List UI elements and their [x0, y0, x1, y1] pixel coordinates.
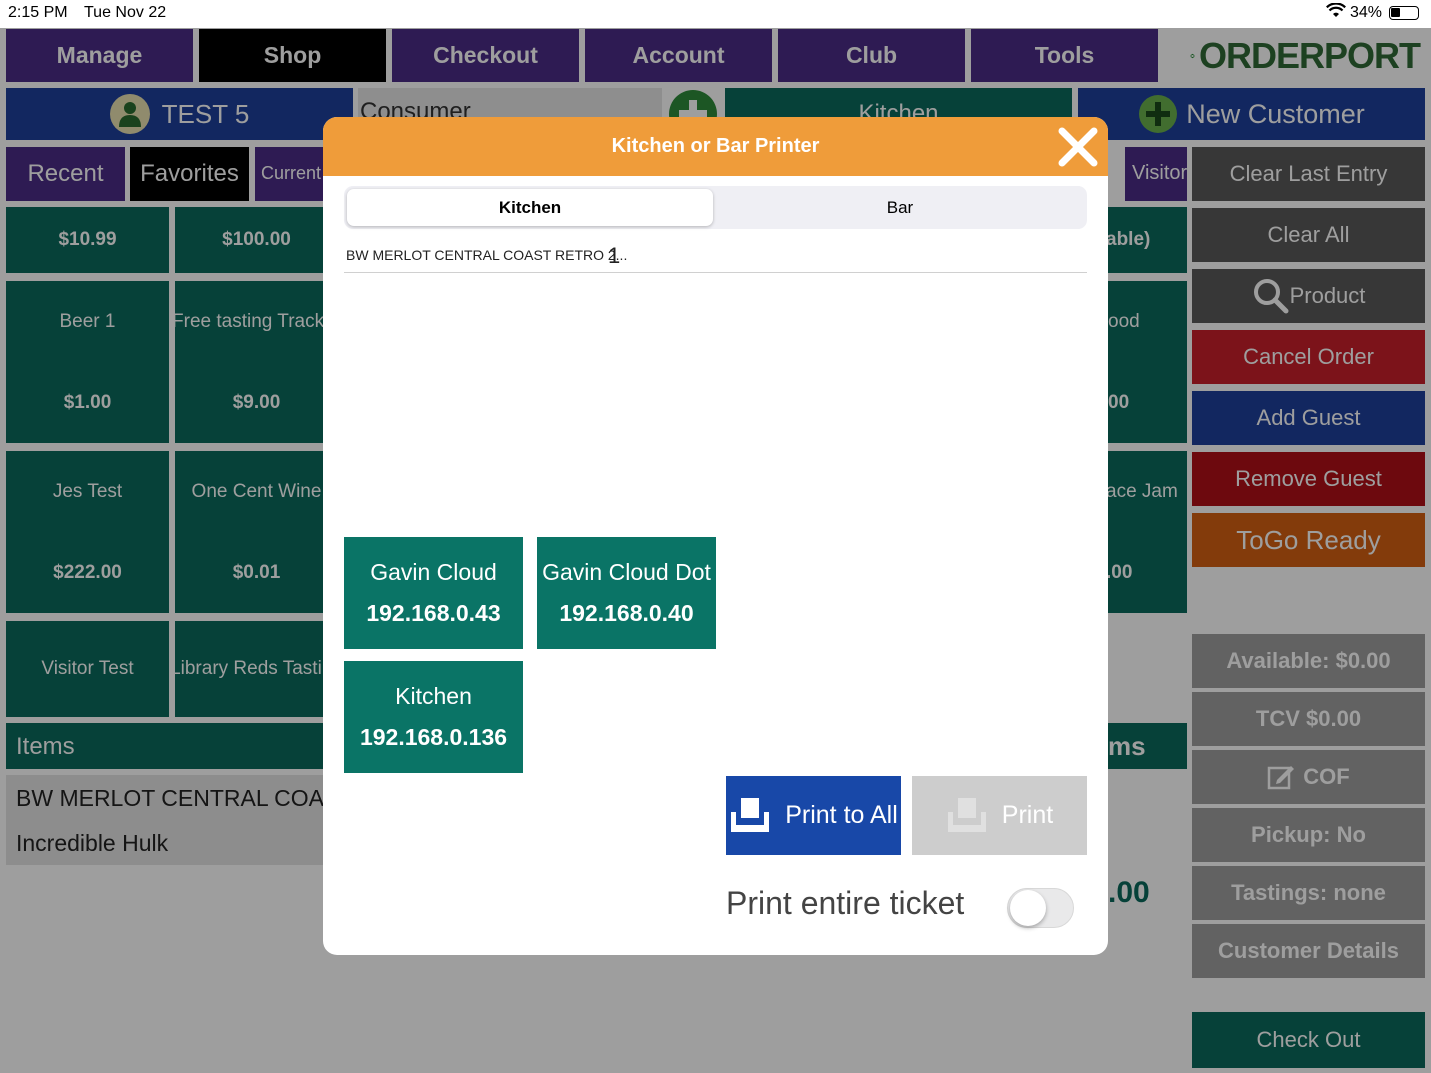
- printer-name: Gavin Cloud Dot: [542, 559, 711, 585]
- toggle-knob: [1010, 890, 1046, 926]
- printer-type-segmented-control: Kitchen Bar: [344, 186, 1087, 229]
- status-bar: 2:15 PM Tue Nov 22 34%: [0, 0, 1431, 28]
- printer-kitchen[interactable]: Kitchen 192.168.0.136: [344, 661, 523, 773]
- wifi-icon: [1326, 2, 1346, 24]
- ticket-item-qty: 1: [608, 243, 621, 268]
- printer-name: Gavin Cloud: [370, 559, 497, 585]
- segment-kitchen[interactable]: Kitchen: [347, 189, 713, 226]
- segment-bar[interactable]: Bar: [717, 189, 1083, 226]
- ticket-item-name: BW MERLOT CENTRAL COAST RETRO 2...: [346, 247, 628, 263]
- printer-gavin-cloud-dot[interactable]: Gavin Cloud Dot 192.168.0.40: [537, 537, 716, 649]
- print-entire-ticket-label: Print entire ticket: [726, 885, 965, 921]
- battery-percent: 34%: [1350, 4, 1383, 21]
- battery-icon: [1389, 6, 1419, 20]
- close-icon[interactable]: [1056, 125, 1100, 169]
- status-date: Tue Nov 22: [84, 4, 167, 21]
- printer-name: Kitchen: [395, 683, 472, 709]
- printer-modal: Kitchen or Bar Printer Kitchen Bar BW ME…: [323, 117, 1108, 955]
- printer-ip: 192.168.0.40: [559, 600, 694, 626]
- ticket-item-row[interactable]: BW MERLOT CENTRAL COAST RETRO 2... 1: [344, 241, 1087, 273]
- status-time: 2:15 PM: [8, 4, 68, 21]
- printer-icon: [731, 797, 770, 832]
- print-button[interactable]: Print: [912, 776, 1087, 855]
- print-to-all-button[interactable]: Print to All: [726, 776, 901, 855]
- printer-gavin-cloud[interactable]: Gavin Cloud 192.168.0.43: [344, 537, 523, 649]
- printer-ip: 192.168.0.43: [366, 600, 501, 626]
- modal-header: Kitchen or Bar Printer: [323, 117, 1108, 176]
- modal-title: Kitchen or Bar Printer: [611, 135, 820, 157]
- printer-icon: [947, 797, 986, 832]
- print-entire-ticket-toggle[interactable]: [1007, 888, 1074, 928]
- printer-ip: 192.168.0.136: [359, 724, 508, 750]
